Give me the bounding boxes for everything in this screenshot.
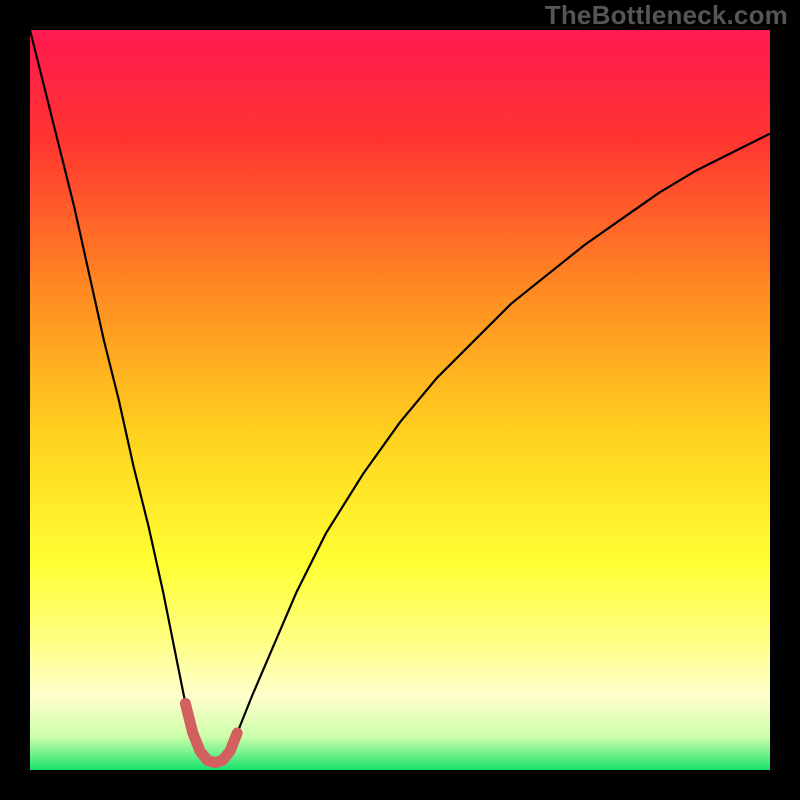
- chart-frame: TheBottleneck.com: [0, 0, 800, 800]
- bottleneck-chart: [30, 30, 770, 770]
- chart-background: [30, 30, 770, 770]
- watermark-text: TheBottleneck.com: [545, 0, 788, 31]
